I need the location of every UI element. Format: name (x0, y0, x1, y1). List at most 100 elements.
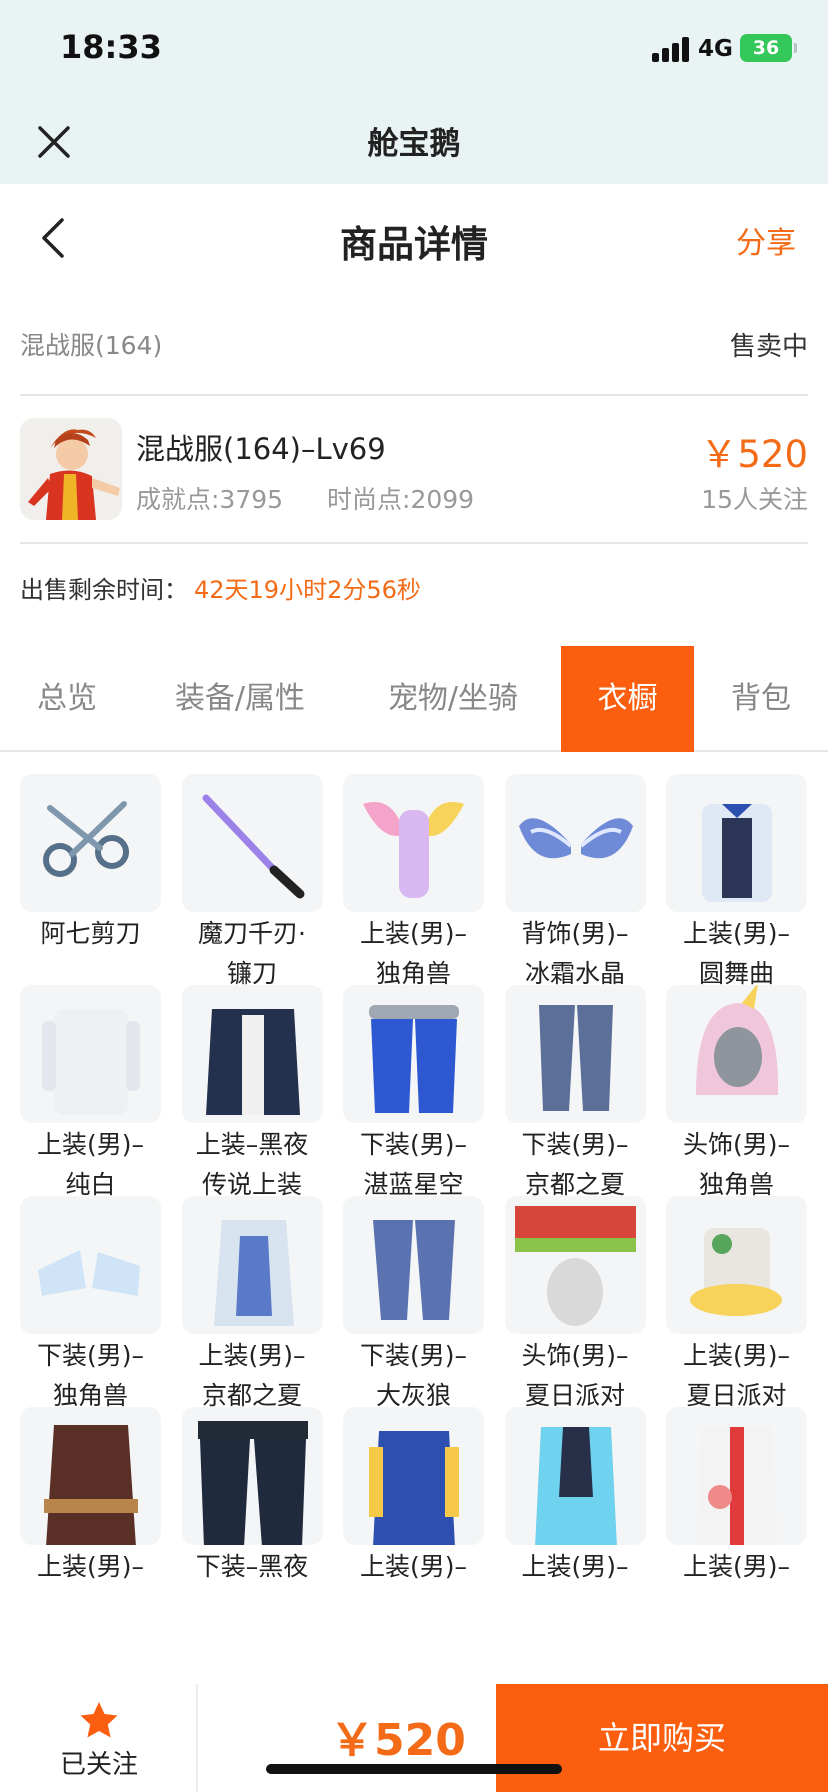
wardrobe-item[interactable]: 下装(男)– 湛蓝星空 (343, 985, 484, 1225)
app-title: 舱宝鹅 (367, 126, 461, 162)
wardrobe-item[interactable]: 下装–黑夜 (181, 1407, 323, 1647)
remaining-time: 出售剩余时间： 42天19小时2分56秒 (20, 570, 421, 605)
wardrobe-item[interactable]: 上装(男)– 夏日派对 (666, 1196, 807, 1436)
follow-button[interactable]: 已关注 (0, 1684, 198, 1792)
wardrobe-item-line1: 上装(男)– (198, 1341, 306, 1370)
wardrobe-item[interactable]: 上装(男)– (20, 1407, 161, 1647)
divider (20, 542, 808, 544)
wardrobe-item-line1: 魔刀千刃· (198, 919, 306, 948)
kyoto-top-icon (181, 1196, 323, 1334)
wardrobe-item-label: 下装(男)– 独角兽 (14, 1336, 167, 1416)
wardrobe-item-label: 上装(男)– 纯白 (14, 1125, 167, 1205)
tab-wardrobe[interactable]: 衣橱 (561, 646, 694, 752)
product-summary[interactable]: 混战服(164)–Lv69 成就点:3795 时尚点:2099 ￥520 15人关… (20, 414, 808, 524)
wardrobe-item[interactable]: 上装–黑夜 传说上装 (181, 985, 323, 1225)
unicorn-boots-icon (20, 1196, 161, 1334)
wardrobe-item-label: 下装(男)– 京都之夏 (499, 1125, 652, 1205)
wardrobe-item-label: 上装(男)– (337, 1547, 490, 1587)
wardrobe-item-line1: 上装(男)– (36, 1552, 144, 1581)
network-label: 4G (698, 36, 733, 62)
wardrobe-item[interactable]: 上装(男)– (666, 1407, 807, 1647)
wardrobe-item[interactable]: 上装(男)– 圆舞曲 (666, 774, 807, 1014)
wardrobe-item-line1: 阿七剪刀 (40, 919, 141, 948)
bottom-bar: 已关注 ￥520 立即购买 (0, 1684, 828, 1792)
wardrobe-item-line1: 背饰(男)– (521, 919, 629, 948)
buy-now-button[interactable]: 立即购买 (496, 1684, 828, 1792)
wardrobe-item-label: 上装(男)– (660, 1547, 813, 1587)
share-button[interactable]: 分享 (736, 218, 796, 262)
wardrobe-item-line1: 上装(男)– (682, 1552, 790, 1581)
wardrobe-item[interactable]: 头饰(男)– 独角兽 (666, 985, 807, 1225)
character-avatar (20, 418, 122, 520)
waltz-top-icon (666, 774, 807, 912)
red-white-top-icon (666, 1407, 807, 1545)
follower-count: 15人关注 (701, 485, 808, 514)
wardrobe-item-line1: 下装(男)– (36, 1341, 144, 1370)
page-title: 商品详情 (340, 223, 488, 266)
cyan-top-icon (504, 1407, 646, 1545)
wardrobe-item[interactable]: 阿七剪刀 (20, 774, 161, 1014)
status-bar: 18:33 4G 36 (0, 0, 828, 100)
home-indicator (266, 1764, 562, 1774)
wardrobe-item-label: 头饰(男)– 夏日派对 (499, 1336, 652, 1416)
wardrobe-item[interactable]: 上装(男)– (504, 1407, 646, 1647)
bottom-price: ￥520 (330, 1715, 466, 1766)
night-pants-icon (181, 1407, 323, 1545)
achievement-points: 成就点:3795 (136, 485, 284, 514)
wardrobe-item[interactable]: 头饰(男)– 夏日派对 (504, 1196, 646, 1436)
product-title: 混战服(164)–Lv69 (136, 432, 386, 466)
wardrobe-item-line1: 下装–黑夜 (195, 1552, 309, 1581)
wardrobe-item-line1: 头饰(男)– (521, 1341, 629, 1370)
night-top-icon (181, 985, 323, 1123)
unicorn-hood-icon (666, 985, 807, 1123)
wardrobe-item-line1: 头饰(男)– (682, 1130, 790, 1159)
tab-equipment[interactable]: 装备/属性 (134, 646, 346, 752)
tab-pets-mounts[interactable]: 宠物/坐骑 (346, 646, 560, 752)
tab-overview[interactable]: 总览 (0, 646, 134, 752)
server-name: 混战服(164) (20, 331, 163, 360)
wardrobe-item-label: 下装(男)– 湛蓝星空 (337, 1125, 490, 1205)
wolf-pants-icon (343, 1196, 484, 1334)
wardrobe-item-line1: 上装(男)– (36, 1130, 144, 1159)
sale-status: 售卖中 (729, 332, 808, 362)
wardrobe-item-label: 上装(男)– 夏日派对 (660, 1336, 813, 1416)
wardrobe-item[interactable]: 下装(男)– 京都之夏 (504, 985, 646, 1225)
battery-icon: 36 (740, 34, 797, 62)
remaining-time-value: 42天19小时2分56秒 (194, 576, 421, 604)
wardrobe-item-line1: 上装(男)– (359, 919, 467, 948)
party-hat-icon (504, 1196, 646, 1334)
wardrobe-item[interactable]: 下装(男)– 大灰狼 (343, 1196, 484, 1436)
wardrobe-item[interactable]: 魔刀千刃· 镰刀 (181, 774, 323, 1014)
wardrobe-item-line1: 上装(男)– (359, 1552, 467, 1581)
kyoto-pants-icon (504, 985, 646, 1123)
divider (20, 394, 808, 396)
wardrobe-item-line1: 上装(男)– (682, 919, 790, 948)
party-top-icon (666, 1196, 807, 1334)
wardrobe-item-label: 阿七剪刀 (14, 914, 167, 954)
varsity-top-icon (343, 1407, 484, 1545)
wardrobe-item-label: 头饰(男)– 独角兽 (660, 1125, 813, 1205)
wardrobe-item[interactable]: 上装(男)– 纯白 (20, 985, 161, 1225)
nav-bar: 商品详情 分享 (0, 184, 828, 290)
wardrobe-item[interactable]: 上装(男)– 京都之夏 (181, 1196, 323, 1436)
fashion-points: 时尚点:2099 (327, 485, 475, 514)
wardrobe-item-label: 下装–黑夜 (176, 1547, 329, 1587)
wardrobe-item-line1: 下装(男)– (359, 1130, 467, 1159)
pirate-top-icon (20, 1407, 161, 1545)
wardrobe-item-label: 上装(男)– (14, 1547, 167, 1587)
wardrobe-item-label: 上装(男)– 圆舞曲 (660, 914, 813, 994)
wardrobe-item[interactable]: 上装(男)– (343, 1407, 484, 1647)
frost-wings-icon (504, 774, 646, 912)
remaining-time-label: 出售剩余时间： (20, 576, 188, 604)
wardrobe-item[interactable]: 上装(男)– 独角兽 (343, 774, 484, 1014)
wardrobe-item-label: 魔刀千刃· 镰刀 (176, 914, 329, 994)
wardrobe-item-label: 上装(男)– (499, 1547, 652, 1587)
wardrobe-item[interactable]: 背饰(男)– 冰霜水晶 (504, 774, 646, 1014)
tab-backpack[interactable]: 背包 (694, 646, 828, 752)
wardrobe-item-line1: 上装(男)– (521, 1552, 629, 1581)
product-stats: 成就点:3795 时尚点:2099 (136, 480, 518, 516)
wardrobe-item-label: 上装–黑夜 传说上装 (176, 1125, 329, 1205)
wardrobe-item[interactable]: 下装(男)– 独角兽 (20, 1196, 161, 1436)
wardrobe-item-label: 背饰(男)– 冰霜水晶 (499, 914, 652, 994)
blue-pants-icon (343, 985, 484, 1123)
